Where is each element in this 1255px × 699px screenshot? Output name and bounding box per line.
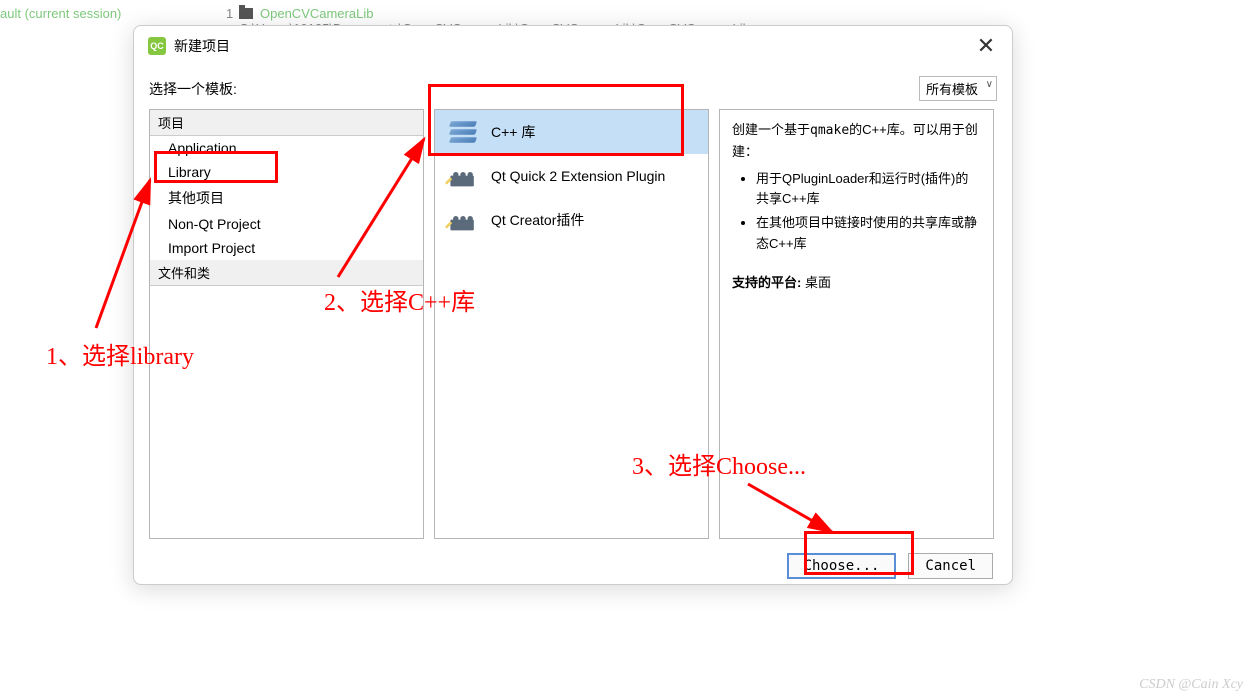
session-label: ault (current session) [0, 6, 121, 21]
category-nonqt[interactable]: Non-Qt Project [150, 212, 423, 236]
template-qtquick-plugin[interactable]: Qt Quick 2 Extension Plugin [435, 154, 708, 198]
qt-creator-icon [148, 37, 166, 55]
folder-icon [239, 7, 253, 22]
platform-line: 支持的平台: 桌面 [732, 273, 981, 294]
template-label: Qt Quick 2 Extension Plugin [491, 168, 665, 184]
category-other[interactable]: 其他项目 [150, 184, 423, 212]
dialog-title: 新建项目 [174, 36, 230, 56]
category-header-project: 项目 [150, 110, 423, 136]
description-panel: 创建一个基于qmake的C++库。可以用于创建： 用于QPluginLoader… [719, 109, 994, 539]
category-header-files: 文件和类 [150, 260, 423, 286]
category-import[interactable]: Import Project [150, 236, 423, 260]
lego-icon [445, 206, 481, 234]
desc-bullet: 在其他项目中链接时使用的共享库或静态C++库 [756, 213, 981, 255]
project-name[interactable]: OpenCVCameraLib [260, 6, 373, 21]
category-application[interactable]: Application [150, 136, 423, 160]
close-button[interactable]: ✕ [974, 34, 998, 58]
template-panel: C++ 库 Qt Quick 2 Extension Plugin Qt Cre… [434, 109, 709, 539]
cancel-button[interactable]: Cancel [908, 553, 993, 579]
template-label: Qt Creator插件 [491, 210, 584, 230]
filter-dropdown[interactable]: 所有模板 [919, 76, 997, 101]
watermark: CSDN @Cain Xcy [1139, 677, 1243, 693]
lego-icon [445, 162, 481, 190]
choose-button[interactable]: Choose... [787, 553, 897, 579]
template-qtcreator-plugin[interactable]: Qt Creator插件 [435, 198, 708, 242]
line-number: 1 [226, 6, 233, 21]
desc-intro: 创建一个基于qmake的C++库。可以用于创建： [732, 120, 981, 163]
stack-icon [445, 118, 481, 146]
template-prompt: 选择一个模板: [149, 79, 237, 99]
desc-bullet: 用于QPluginLoader和运行时(插件)的共享C++库 [756, 169, 981, 211]
template-label: C++ 库 [491, 122, 535, 142]
category-library[interactable]: Library [150, 160, 423, 184]
category-panel: 项目 Application Library 其他项目 Non-Qt Proje… [149, 109, 424, 539]
template-cpp-library[interactable]: C++ 库 [435, 110, 708, 154]
title-bar: 新建项目 ✕ [134, 26, 1012, 66]
desc-bullets: 用于QPluginLoader和运行时(插件)的共享C++库 在其他项目中链接时… [732, 169, 981, 255]
new-project-dialog: 新建项目 ✕ 选择一个模板: 所有模板 项目 Application Libra… [133, 25, 1013, 585]
